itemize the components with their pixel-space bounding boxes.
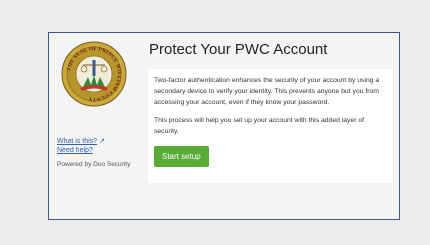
external-link-icon: ↗ — [99, 138, 105, 145]
start-setup-button[interactable]: Start setup — [154, 146, 209, 167]
process-paragraph: This process will help you set up your a… — [154, 117, 365, 135]
duo-prompt-frame: THE SEAL OF PRINCE WILLIAM COUNTY What i… — [48, 32, 400, 220]
content-panel: Two-factor authentication enhances the s… — [148, 69, 392, 183]
county-seal-logo: THE SEAL OF PRINCE WILLIAM COUNTY — [61, 41, 127, 107]
what-is-this-label: What is this? — [57, 138, 98, 145]
powered-by-text: Powered by Duo Security — [57, 161, 131, 168]
intro-paragraph: Two-factor authentication enhances the s… — [154, 77, 380, 106]
what-is-this-link[interactable]: What is this? ↗ — [57, 137, 143, 146]
need-help-link[interactable]: Need help? — [57, 146, 143, 155]
page: THE SEAL OF PRINCE WILLIAM COUNTY What i… — [0, 0, 430, 245]
page-title: Protect Your PWC Account — [149, 41, 328, 58]
sidebar: THE SEAL OF PRINCE WILLIAM COUNTY What i… — [57, 41, 143, 168]
